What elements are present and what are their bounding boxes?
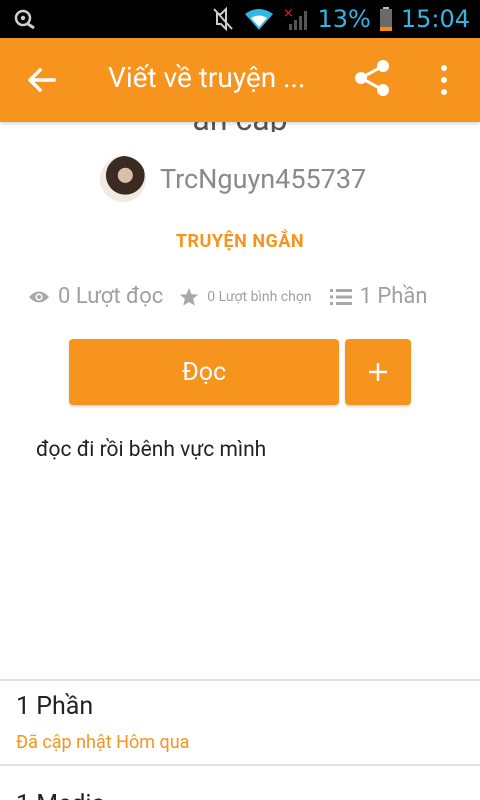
parts-count: 1 Phần [359, 284, 428, 309]
votes-stat: 0 Lượt bình chọn [179, 287, 312, 307]
next-section-label: 1 Media [16, 790, 105, 800]
battery-icon [379, 7, 392, 31]
battery-percent: 13% [317, 5, 371, 33]
list-icon [329, 288, 352, 305]
notification-icon [14, 9, 35, 30]
author-row[interactable]: TrcNguyn455737 [100, 156, 366, 202]
reads-stat: 0 Lượt đọc [28, 284, 163, 309]
story-details: an cáp TrcNguyn455737 TRUYỆN NGẮN 0 Lượt… [0, 122, 480, 800]
divider [0, 764, 480, 766]
share-icon[interactable] [352, 58, 392, 98]
signal-icon: × [283, 6, 308, 30]
eye-icon [29, 291, 49, 302]
app-bar: Viết về truyện ... [0, 38, 480, 122]
parts-list-item[interactable]: 1 Phần Đã cập nhật Hôm qua [0, 682, 480, 764]
more-options-icon[interactable] [434, 63, 454, 97]
plus-icon [369, 363, 387, 381]
status-bar: × 13% 15:04 [0, 0, 480, 38]
status-icons: × 13% 15:04 [211, 0, 470, 38]
clock: 15:04 [400, 5, 470, 33]
story-stats: 0 Lượt đọc 0 Lượt bình chọn 1 Phần [28, 284, 468, 309]
parts-section-count: 1 Phần [16, 692, 94, 721]
avatar[interactable] [100, 156, 146, 202]
story-title: an cáp [0, 122, 480, 132]
story-description: đọc đi rồi bênh vực mình [36, 438, 267, 462]
author-name[interactable]: TrcNguyn455737 [160, 163, 366, 195]
back-arrow-icon[interactable] [24, 62, 60, 98]
page-title: Viết về truyện ... [108, 61, 306, 94]
parts-stat: 1 Phần [329, 284, 428, 309]
story-category[interactable]: TRUYỆN NGẮN [0, 231, 480, 252]
divider [0, 679, 480, 681]
reads-count: 0 Lượt đọc [58, 284, 164, 309]
wifi-icon [245, 9, 274, 30]
mute-icon [213, 6, 234, 32]
add-to-library-button[interactable] [345, 339, 411, 405]
parts-updated-text: Đã cập nhật Hôm qua [16, 732, 190, 753]
star-icon [180, 287, 199, 306]
svg-text:×: × [283, 6, 294, 21]
votes-count: 0 Lượt bình chọn [207, 288, 312, 305]
read-button[interactable]: Đọc [69, 339, 339, 405]
